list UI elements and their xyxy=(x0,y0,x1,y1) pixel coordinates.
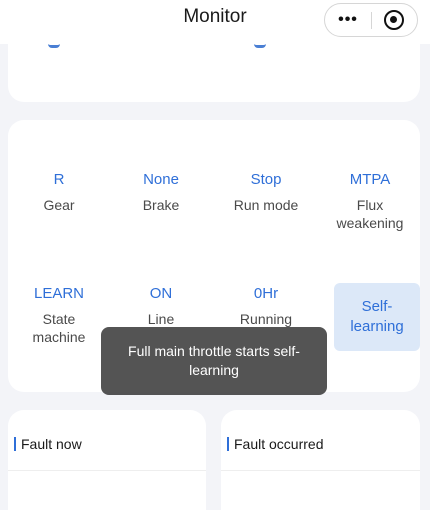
param-state-machine: LEARN State machine xyxy=(11,284,107,346)
status-card-top xyxy=(8,44,420,102)
accent-bar xyxy=(227,437,229,451)
toast-message: Full main throttle starts self-learning xyxy=(101,327,327,395)
fault-occurred-header: Fault occurred xyxy=(227,436,323,452)
param-label: Running xyxy=(239,311,293,327)
param-value: 0Hr xyxy=(253,285,279,302)
param-label: State machine xyxy=(32,311,86,345)
param-brake: None Brake xyxy=(113,170,209,214)
param-label: Brake xyxy=(142,197,180,213)
param-value: Stop xyxy=(250,171,282,188)
param-label: Flux weakening xyxy=(336,197,404,231)
param-label: Gear xyxy=(43,197,75,213)
divider xyxy=(221,470,420,471)
param-flux-weakening: MTPA Flux weakening xyxy=(322,170,418,232)
partial-value-glyph xyxy=(254,44,266,48)
param-label: Line xyxy=(147,311,175,327)
fault-occurred-title: Fault occurred xyxy=(234,436,324,452)
fault-now-title: Fault now xyxy=(21,436,82,452)
param-gear: R Gear xyxy=(11,170,107,214)
partial-value-glyph xyxy=(48,44,60,48)
param-run-mode: Stop Run mode xyxy=(218,170,314,214)
fault-now-header: Fault now xyxy=(14,436,82,452)
accent-bar xyxy=(14,437,16,451)
close-target-icon[interactable] xyxy=(384,10,404,30)
param-line: ON Line xyxy=(113,284,209,328)
param-value: MTPA xyxy=(349,171,391,188)
divider xyxy=(8,470,206,471)
param-value: LEARN xyxy=(33,285,85,302)
param-value: None xyxy=(143,171,179,188)
title-bar: Monitor ••• xyxy=(0,0,430,44)
param-value: ON xyxy=(149,285,173,302)
self-learning-button[interactable]: Self-learning xyxy=(334,283,420,351)
more-menu-icon[interactable]: ••• xyxy=(325,4,371,36)
param-running: 0Hr Running xyxy=(218,284,314,328)
fault-now-card: Fault now xyxy=(8,410,206,510)
capsule-divider xyxy=(371,12,372,29)
mini-program-capsule: ••• xyxy=(324,3,418,37)
param-label: Run mode xyxy=(233,197,299,213)
param-value: R xyxy=(53,171,65,188)
fault-occurred-card: Fault occurred xyxy=(221,410,420,510)
